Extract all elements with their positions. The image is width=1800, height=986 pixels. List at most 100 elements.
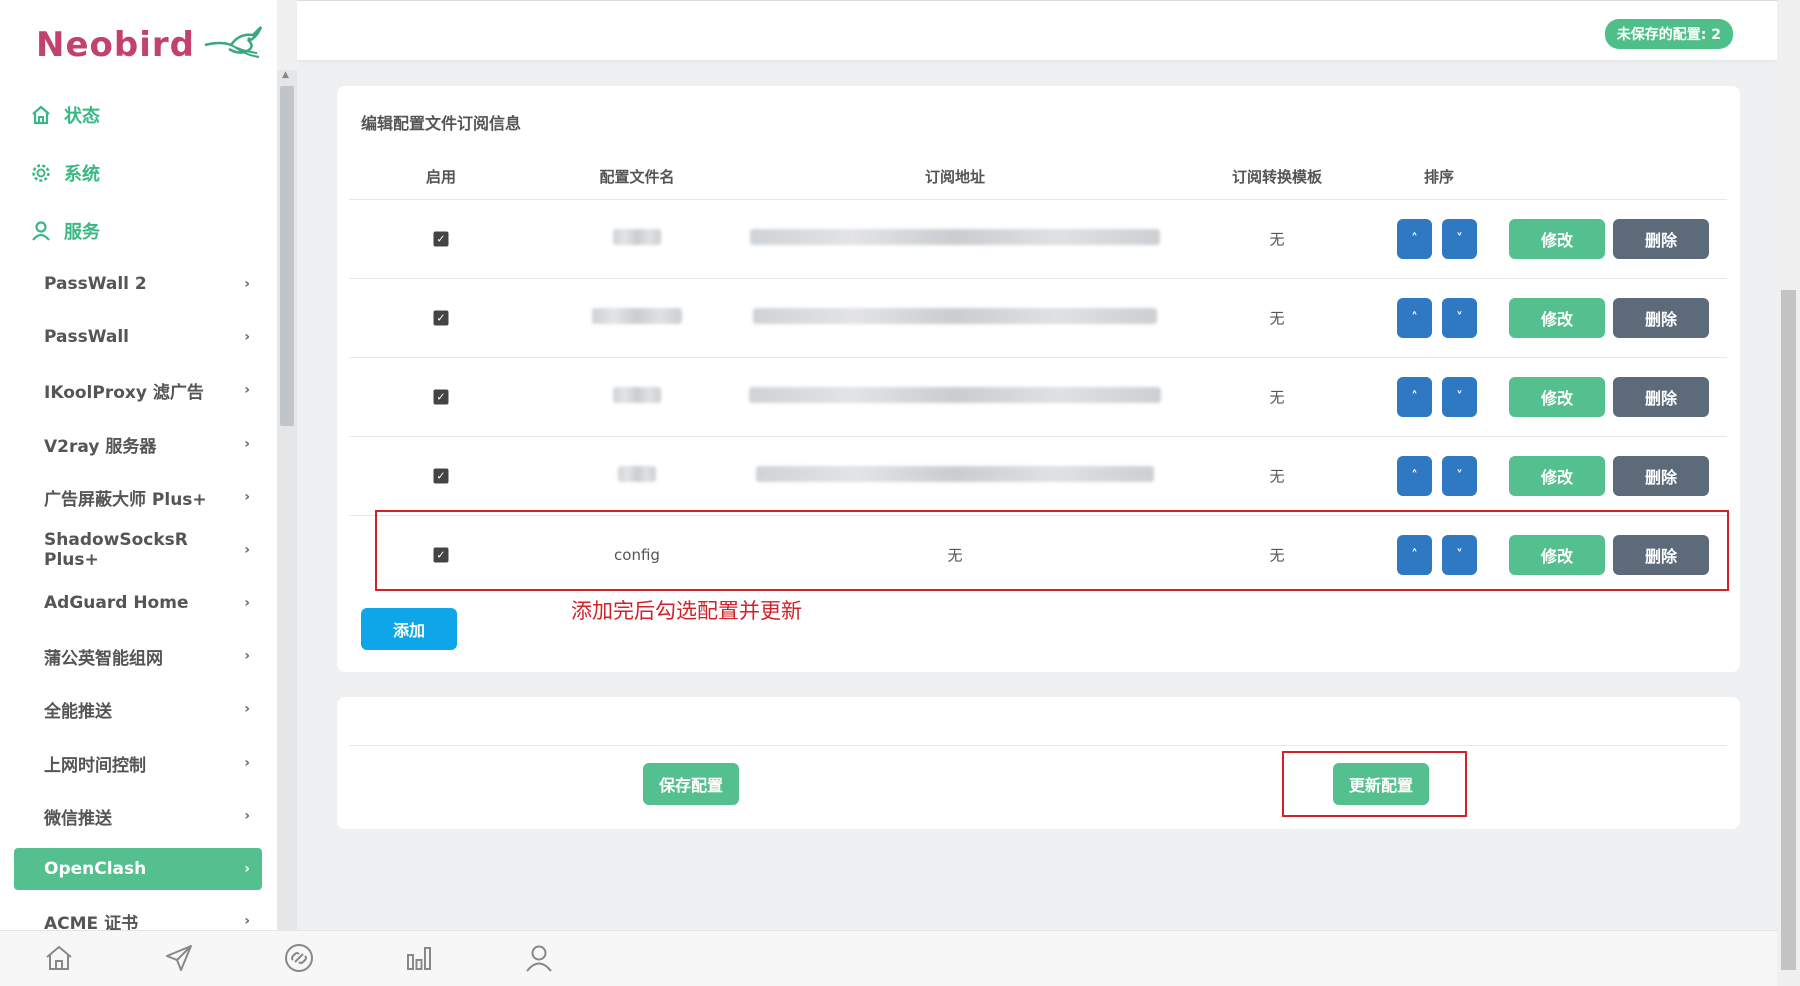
template-value: 无 (1269, 230, 1285, 249)
delete-button[interactable]: 删除 (1613, 456, 1709, 496)
sidebar-item-ikoolproxy[interactable]: IKoolProxy 滤广告 › (14, 369, 262, 411)
move-up-button[interactable]: ˄ (1397, 219, 1432, 259)
main-scrollbar[interactable] (1777, 0, 1800, 986)
sidebar-scrollbar[interactable]: ▲ (277, 70, 297, 930)
template-value: 无 (1269, 467, 1285, 486)
unsaved-config-badge[interactable]: 未保存的配置: 2 (1604, 19, 1733, 49)
chevron-down-icon: ˅ (1456, 468, 1463, 484)
chevron-up-icon: ˄ (1411, 389, 1418, 405)
sidebar-item-push[interactable]: 全能推送 › (14, 688, 262, 730)
add-button[interactable]: 添加 (361, 608, 457, 650)
edit-button[interactable]: 修改 (1509, 377, 1605, 417)
chevron-right-icon: › (244, 808, 250, 824)
sidebar-item-adguard[interactable]: AdGuard Home › (14, 582, 262, 624)
panel-title: 编辑配置文件订阅信息 (361, 114, 522, 133)
sidebar-item-pgy[interactable]: 蒲公英智能组网 › (14, 635, 262, 677)
subscription-url-redacted (753, 308, 1157, 328)
bird-icon (201, 25, 263, 65)
chevron-down-icon: ˅ (1456, 310, 1463, 326)
chevron-up-icon: ˄ (1411, 231, 1418, 247)
sidebar-item-label: 广告屏蔽大师 Plus+ (44, 489, 207, 510)
subscription-url-redacted (750, 229, 1160, 249)
col-subscription-url: 订阅地址 (924, 168, 986, 186)
sidebar-item-v2ray[interactable]: V2ray 服务器 › (14, 423, 262, 465)
sidebar-item-label: 上网时间控制 (44, 755, 146, 776)
sidebar-item-adblock[interactable]: 广告屏蔽大师 Plus+ › (14, 476, 262, 518)
edit-button[interactable]: 修改 (1509, 298, 1605, 338)
nav-services[interactable]: 服务 (30, 218, 100, 244)
scroll-up-icon[interactable]: ▲ (282, 70, 289, 80)
move-down-button[interactable]: ˅ (1442, 219, 1477, 259)
sidebar-item-passwall[interactable]: PassWall › (14, 316, 262, 358)
highlight-box-update (1282, 751, 1467, 817)
move-down-button[interactable]: ˅ (1442, 456, 1477, 496)
delete-button[interactable]: 删除 (1613, 298, 1709, 338)
nav-status-label: 状态 (64, 106, 100, 127)
sidebar-item-label: OpenClash (44, 859, 147, 879)
logo: Neobird (36, 20, 263, 70)
sidebar-item-wechatpush[interactable]: 微信推送 › (14, 795, 262, 837)
move-down-button[interactable]: ˅ (1442, 298, 1477, 338)
col-config-name: 配置文件名 (599, 168, 675, 186)
move-down-button[interactable]: ˅ (1442, 377, 1477, 417)
config-name-redacted (613, 387, 661, 407)
sidebar-item-openclash[interactable]: OpenClash › (14, 848, 262, 890)
subscription-url-redacted (749, 387, 1161, 407)
table-row: ✓ 无 ˄ ˅ 修改 删除 (349, 436, 1727, 515)
sidebar-item-label: 全能推送 (44, 701, 112, 722)
chevron-right-icon: › (244, 329, 250, 345)
enable-checkbox[interactable]: ✓ (433, 468, 449, 484)
chevron-down-icon: ˅ (1456, 389, 1463, 405)
config-name-redacted (613, 229, 661, 249)
enable-checkbox[interactable]: ✓ (433, 389, 449, 405)
move-up-button[interactable]: ˄ (1397, 377, 1432, 417)
home-icon[interactable] (42, 941, 76, 975)
main-scroll-thumb[interactable] (1781, 290, 1796, 970)
chevron-right-icon: › (244, 489, 250, 505)
chevron-right-icon: › (244, 542, 250, 558)
link-icon[interactable] (282, 941, 316, 975)
table-row: ✓ 无 ˄ ˅ 修改 删除 (349, 199, 1727, 278)
sidebar-item-acme[interactable]: ACME 证书 › (14, 900, 262, 930)
chevron-down-icon: ˅ (1456, 231, 1463, 247)
highlight-box-row (375, 510, 1729, 591)
config-name-redacted (618, 466, 656, 486)
chevron-right-icon: › (244, 648, 250, 664)
header: 未保存的配置: 2 (297, 0, 1777, 60)
move-up-button[interactable]: ˄ (1397, 298, 1432, 338)
sidebar-scroll-thumb[interactable] (280, 86, 294, 426)
chevron-right-icon: › (244, 595, 250, 611)
divider (349, 745, 1727, 746)
nav-system[interactable]: 系统 (30, 160, 100, 186)
nav-status[interactable]: 状态 (30, 102, 100, 128)
user-icon[interactable] (522, 941, 556, 975)
brand-name: Neobird (36, 25, 195, 65)
delete-button[interactable]: 删除 (1613, 219, 1709, 259)
user-icon (30, 220, 52, 242)
nav-services-label: 服务 (64, 222, 100, 243)
table-row: ✓ 无 ˄ ˅ 修改 删除 (349, 278, 1727, 357)
sidebar-item-label: 微信推送 (44, 808, 112, 829)
sidebar-item-ssr[interactable]: ShadowSocksR Plus+ › (14, 529, 262, 571)
chevron-up-icon: ˄ (1411, 468, 1418, 484)
edit-button[interactable]: 修改 (1509, 219, 1605, 259)
stats-icon[interactable] (402, 941, 436, 975)
bottom-bar (0, 930, 1777, 986)
action-panel: 保存配置 更新配置 (337, 697, 1740, 829)
sidebar-item-passwall2[interactable]: PassWall 2 › (14, 263, 262, 305)
send-icon[interactable] (162, 941, 196, 975)
sidebar-item-label: PassWall (44, 327, 129, 347)
enable-checkbox[interactable]: ✓ (433, 310, 449, 326)
chevron-right-icon: › (244, 436, 250, 452)
delete-button[interactable]: 删除 (1613, 377, 1709, 417)
chevron-right-icon: › (244, 913, 250, 929)
chevron-right-icon: › (244, 755, 250, 771)
enable-checkbox[interactable]: ✓ (433, 231, 449, 247)
annotation-text: 添加完后勾选配置并更新 (571, 599, 802, 623)
sidebar-item-timecontrol[interactable]: 上网时间控制 › (14, 742, 262, 784)
save-config-button[interactable]: 保存配置 (643, 763, 739, 805)
move-up-button[interactable]: ˄ (1397, 456, 1432, 496)
edit-button[interactable]: 修改 (1509, 456, 1605, 496)
sidebar-item-label: ACME 证书 (44, 913, 139, 931)
nav-system-label: 系统 (64, 164, 100, 185)
